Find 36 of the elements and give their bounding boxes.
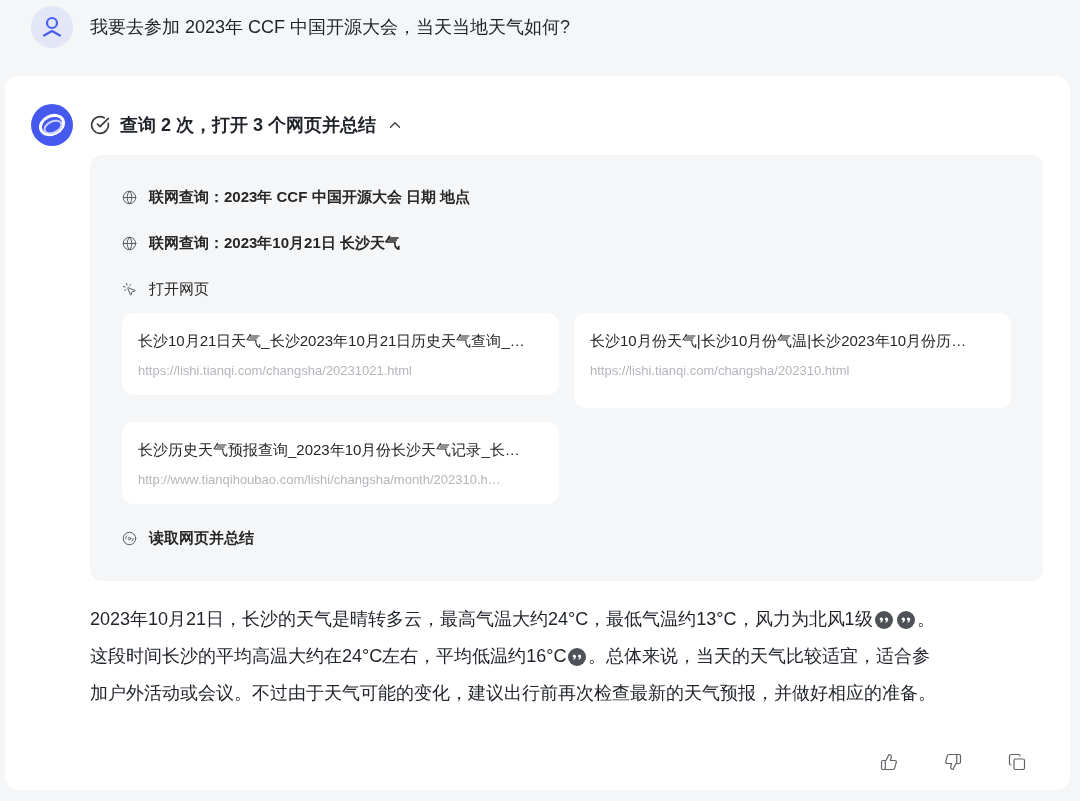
summarize-step-label: 读取网页并总结: [149, 527, 254, 548]
answer-text: 这段时间长沙的平均高温大约在24°C左右，平均低温约16°C: [90, 645, 567, 668]
open-step-label: 打开网页: [149, 278, 209, 299]
page-url: http://www.tianqihoubao.com/lishi/changsha/month/202310.h…: [138, 471, 502, 489]
cursor-click-icon: [122, 281, 137, 297]
answer-text: 2023年10月21日，长沙的天气是晴转多云，最高气温大约24°C，最低气温约13°C，风力为北风1级: [90, 608, 873, 631]
answer-text: 。: [916, 608, 935, 631]
globe-icon: [122, 235, 137, 251]
page-url: https://lishi.tianqi.com/changsha/202310.html: [590, 362, 851, 380]
quote-icon[interactable]: [568, 647, 587, 666]
thumbs-down-icon: [944, 753, 962, 771]
page-title: 长沙10月份天气|长沙10月份气温|长沙2023年10月份历…: [590, 331, 968, 351]
search-step-label: 联网查询：2023年10月21日 长沙天气: [149, 232, 400, 253]
answer-text: 加户外活动或会议。不过由于天气可能的变化，建议出行前再次检查最新的天气预报，并做好相应的准备。: [90, 682, 936, 705]
thumbs-up-button[interactable]: [879, 752, 899, 772]
user-avatar-icon: [31, 6, 73, 48]
globe-icon: [122, 189, 137, 205]
disc-icon: [122, 530, 137, 546]
web-page-card[interactable]: 长沙10月21日天气_长沙2023年10月21日历史天气查询_… https://lishi.tianqi.com/changsha/20231021.html: [122, 313, 559, 395]
page-url: https://lishi.tianqi.com/changsha/20231021.html: [138, 362, 413, 380]
thumbs-up-icon: [880, 753, 898, 771]
web-page-card[interactable]: 长沙10月份天气|长沙10月份气温|长沙2023年10月份历… https://lishi.tianqi.com/changsha/202310.html: [574, 313, 1011, 408]
quote-icon[interactable]: [896, 610, 915, 629]
process-toggle[interactable]: 查询 2 次，打开 3 个网页并总结: [90, 104, 405, 146]
page-title: 长沙10月21日天气_长沙2023年10月21日历史天气查询_…: [138, 331, 526, 351]
search-step-label: 联网查询：2023年 CCF 中国开源大会 日期 地点: [149, 186, 470, 207]
page-title: 长沙历史天气预报查询_2023年10月份长沙天气记录_长…: [138, 440, 521, 460]
quote-icon[interactable]: [874, 610, 893, 629]
copy-button[interactable]: [1007, 752, 1027, 772]
assistant-logo-icon: [31, 104, 73, 146]
web-page-card[interactable]: 长沙历史天气预报查询_2023年10月份长沙天气记录_长… http://www.tianqihoubao.com/lishi/changsha/month/202310.h…: [122, 422, 559, 504]
user-question: 我要去参加 2023年 CCF 中国开源大会，当天当地天气如何?: [90, 15, 571, 39]
check-circle-icon: [90, 115, 110, 135]
thumbs-down-button[interactable]: [943, 752, 963, 772]
answer-text: 。总体来说，当天的天气比较适宜，适合参: [588, 645, 931, 668]
copy-icon: [1008, 753, 1026, 771]
